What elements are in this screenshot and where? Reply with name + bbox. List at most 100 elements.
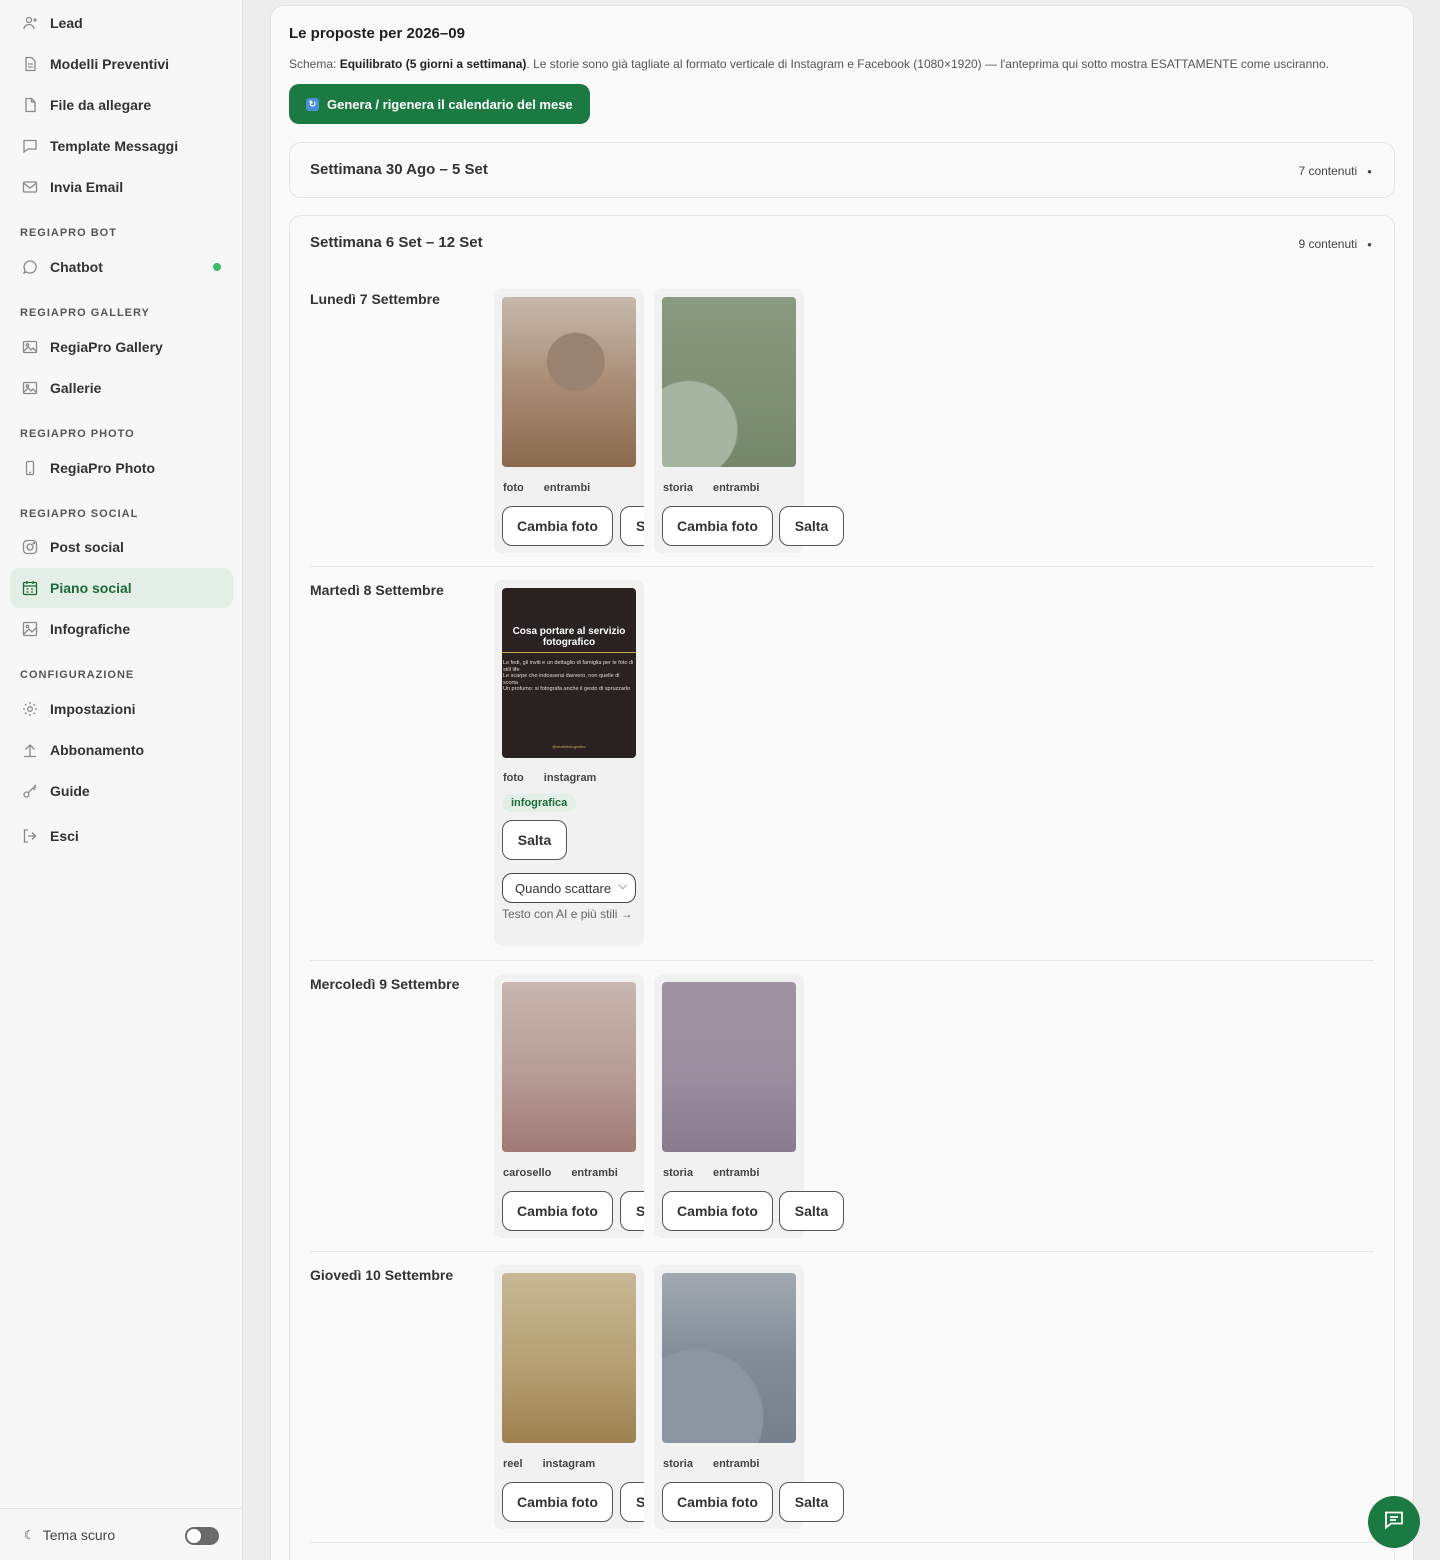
post-thumbnail[interactable] xyxy=(662,1273,796,1443)
infographic-line: Le fedi, gli inviti e un dettaglio di fa… xyxy=(503,660,634,673)
post-card: storia entrambi Cambia foto Salta xyxy=(654,1265,844,1529)
change-photo-button[interactable]: Cambia foto xyxy=(502,1191,613,1231)
document-icon xyxy=(22,56,38,72)
sidebar-item-guide[interactable]: Guide xyxy=(10,771,233,811)
change-photo-button[interactable]: Cambia foto xyxy=(662,1482,773,1522)
skip-button[interactable]: Salta xyxy=(502,820,567,860)
sidebar-item-impostazioni[interactable]: Impostazioni xyxy=(10,689,233,729)
post-thumbnail[interactable] xyxy=(502,982,636,1152)
post-platform-tag: instagram xyxy=(542,1458,596,1470)
chevron-down-icon: ⌵ xyxy=(618,880,627,892)
post-platform-tag: entrambi xyxy=(712,1458,760,1470)
chatbot-status-dot xyxy=(213,263,221,271)
skip-button[interactable]: Salta xyxy=(779,1482,844,1522)
sidebar-item-lead[interactable]: Lead xyxy=(10,3,233,43)
chat-fab-button[interactable] xyxy=(1368,1496,1420,1548)
infographic-lines: Le fedi, gli inviti e un dettaglio di fa… xyxy=(503,660,635,693)
sidebar-item-post-social[interactable]: Post social xyxy=(10,527,233,567)
sidebar-item-gallerie[interactable]: Gallerie xyxy=(10,368,233,408)
change-photo-button[interactable]: Cambia foto xyxy=(662,506,773,546)
post-type-tag: storia xyxy=(663,1167,693,1179)
infographic-footer: @studiofotografico xyxy=(552,744,586,749)
skip-button[interactable]: Salta xyxy=(779,1191,844,1231)
page-title: Le proposte per 2026–09 xyxy=(289,25,465,42)
sidebar-item-invia-email[interactable]: Invia Email xyxy=(10,167,233,207)
sidebar-item-abbonamento[interactable]: Abbonamento xyxy=(10,730,233,770)
ai-text-link[interactable]: Testo con AI e più stili → xyxy=(502,905,636,923)
week-count: 7 contenuti ● xyxy=(1298,164,1372,178)
select-value: Quando scattare xyxy=(515,880,612,896)
sidebar-item-label: Gallerie xyxy=(50,380,102,396)
change-photo-button[interactable]: Cambia foto xyxy=(502,1482,613,1522)
change-photo-button[interactable]: Cambia foto xyxy=(502,506,613,546)
skip-button[interactable]: Salta xyxy=(620,1191,644,1231)
skip-button[interactable]: Salta xyxy=(779,506,844,546)
logout-icon xyxy=(22,828,38,844)
post-tags: storia entrambi xyxy=(663,1167,779,1179)
section-label-bot: REGIAPRO BOT xyxy=(20,227,117,239)
mail-icon xyxy=(22,179,38,195)
image-icon xyxy=(22,621,38,637)
sidebar-item-label: Esci xyxy=(50,828,79,844)
sidebar-item-file-da-allegare[interactable]: File da allegare xyxy=(10,85,233,125)
week-title[interactable]: Settimana 6 Set – 12 Set xyxy=(310,234,483,251)
skip-button[interactable]: Salta xyxy=(620,506,644,546)
post-thumbnail[interactable] xyxy=(502,1273,636,1443)
post-platform-tag: entrambi xyxy=(543,482,591,494)
sidebar-item-piano-social[interactable]: Piano social xyxy=(10,568,233,608)
post-type-tag: carosello xyxy=(503,1167,552,1179)
sidebar: Lead Modelli Preventivi File da allegare… xyxy=(0,0,243,1560)
dark-theme-toggle[interactable] xyxy=(185,1527,219,1545)
generate-calendar-label: Genera / rigenera il calendario del mese xyxy=(327,96,573,112)
post-type-tag: reel xyxy=(503,1458,523,1470)
sidebar-item-infografiche[interactable]: Infografiche xyxy=(10,609,233,649)
when-to-shoot-select[interactable]: Quando scattare ⌵ xyxy=(502,873,636,903)
post-card: foto entrambi Cambia foto Salta xyxy=(494,289,644,553)
post-type-tag: foto xyxy=(503,772,524,784)
sidebar-item-chatbot[interactable]: Chatbot xyxy=(10,247,233,287)
infographic-line: Un profumo: si fotografa anche il gesto … xyxy=(503,686,631,692)
infographic-badge: infografica xyxy=(502,794,577,812)
sidebar-item-esci[interactable]: Esci xyxy=(10,816,233,856)
infographic-thumbnail[interactable]: Cosa portare al servizio fotografico Le … xyxy=(502,588,636,758)
change-photo-button[interactable]: Cambia foto xyxy=(662,1191,773,1231)
moon-icon: ☾ xyxy=(24,1527,35,1542)
post-type-tag: foto xyxy=(503,482,524,494)
post-thumbnail[interactable] xyxy=(662,297,796,467)
infographic-title: Cosa portare al servizio fotografico xyxy=(512,626,626,648)
gear-icon xyxy=(22,701,38,717)
section-label-gallery: REGIAPRO GALLERY xyxy=(20,307,150,319)
post-thumbnail[interactable] xyxy=(502,297,636,467)
post-platform-tag: entrambi xyxy=(712,482,760,494)
calendar-icon xyxy=(22,580,38,596)
app: Lead Modelli Preventivi File da allegare… xyxy=(0,0,1440,1560)
post-tags: storia entrambi xyxy=(663,1458,779,1470)
post-tags: reel instagram xyxy=(503,1458,615,1470)
sidebar-item-regiapro-photo[interactable]: RegiaPro Photo xyxy=(10,448,233,488)
week-card: Settimana 6 Set – 12 Set 9 contenuti ● Lu… xyxy=(289,215,1395,1560)
schema-description: Schema: Equilibrato (5 giorni a settiman… xyxy=(289,57,1329,71)
sidebar-item-modelli-preventivi[interactable]: Modelli Preventivi xyxy=(10,44,233,84)
dark-theme-label: Tema scuro xyxy=(42,1526,116,1543)
chat-icon xyxy=(1383,1509,1405,1536)
post-platform-tag: entrambi xyxy=(571,1167,618,1179)
upload-icon xyxy=(22,742,38,758)
generate-calendar-button[interactable]: ↻ Genera / rigenera il calendario del me… xyxy=(289,84,590,124)
sidebar-item-regiapro-gallery[interactable]: RegiaPro Gallery xyxy=(10,327,233,367)
sidebar-item-template-messaggi[interactable]: Template Messaggi xyxy=(10,126,233,166)
day-separator xyxy=(310,960,1374,961)
schema-suffix: . Le storie sono già tagliate al formato… xyxy=(526,57,1329,71)
day-label: Lunedì 7 Settembre xyxy=(310,291,440,307)
message-icon xyxy=(22,138,38,154)
sidebar-item-label: Invia Email xyxy=(50,179,124,195)
refresh-icon: ↻ xyxy=(306,97,319,111)
post-tags: foto instagram xyxy=(503,772,616,784)
skip-button[interactable]: Salta xyxy=(620,1482,644,1522)
week-card[interactable]: Settimana 30 Ago – 5 Set 7 contenuti ● xyxy=(289,142,1395,198)
section-label-social: REGIAPRO SOCIAL xyxy=(20,508,139,520)
post-thumbnail[interactable] xyxy=(662,982,796,1152)
post-card: storia entrambi Cambia foto Salta xyxy=(654,974,844,1238)
week-count: 9 contenuti ● xyxy=(1298,237,1372,251)
key-icon xyxy=(22,783,38,799)
post-card: storia entrambi Cambia foto Salta xyxy=(654,289,844,553)
